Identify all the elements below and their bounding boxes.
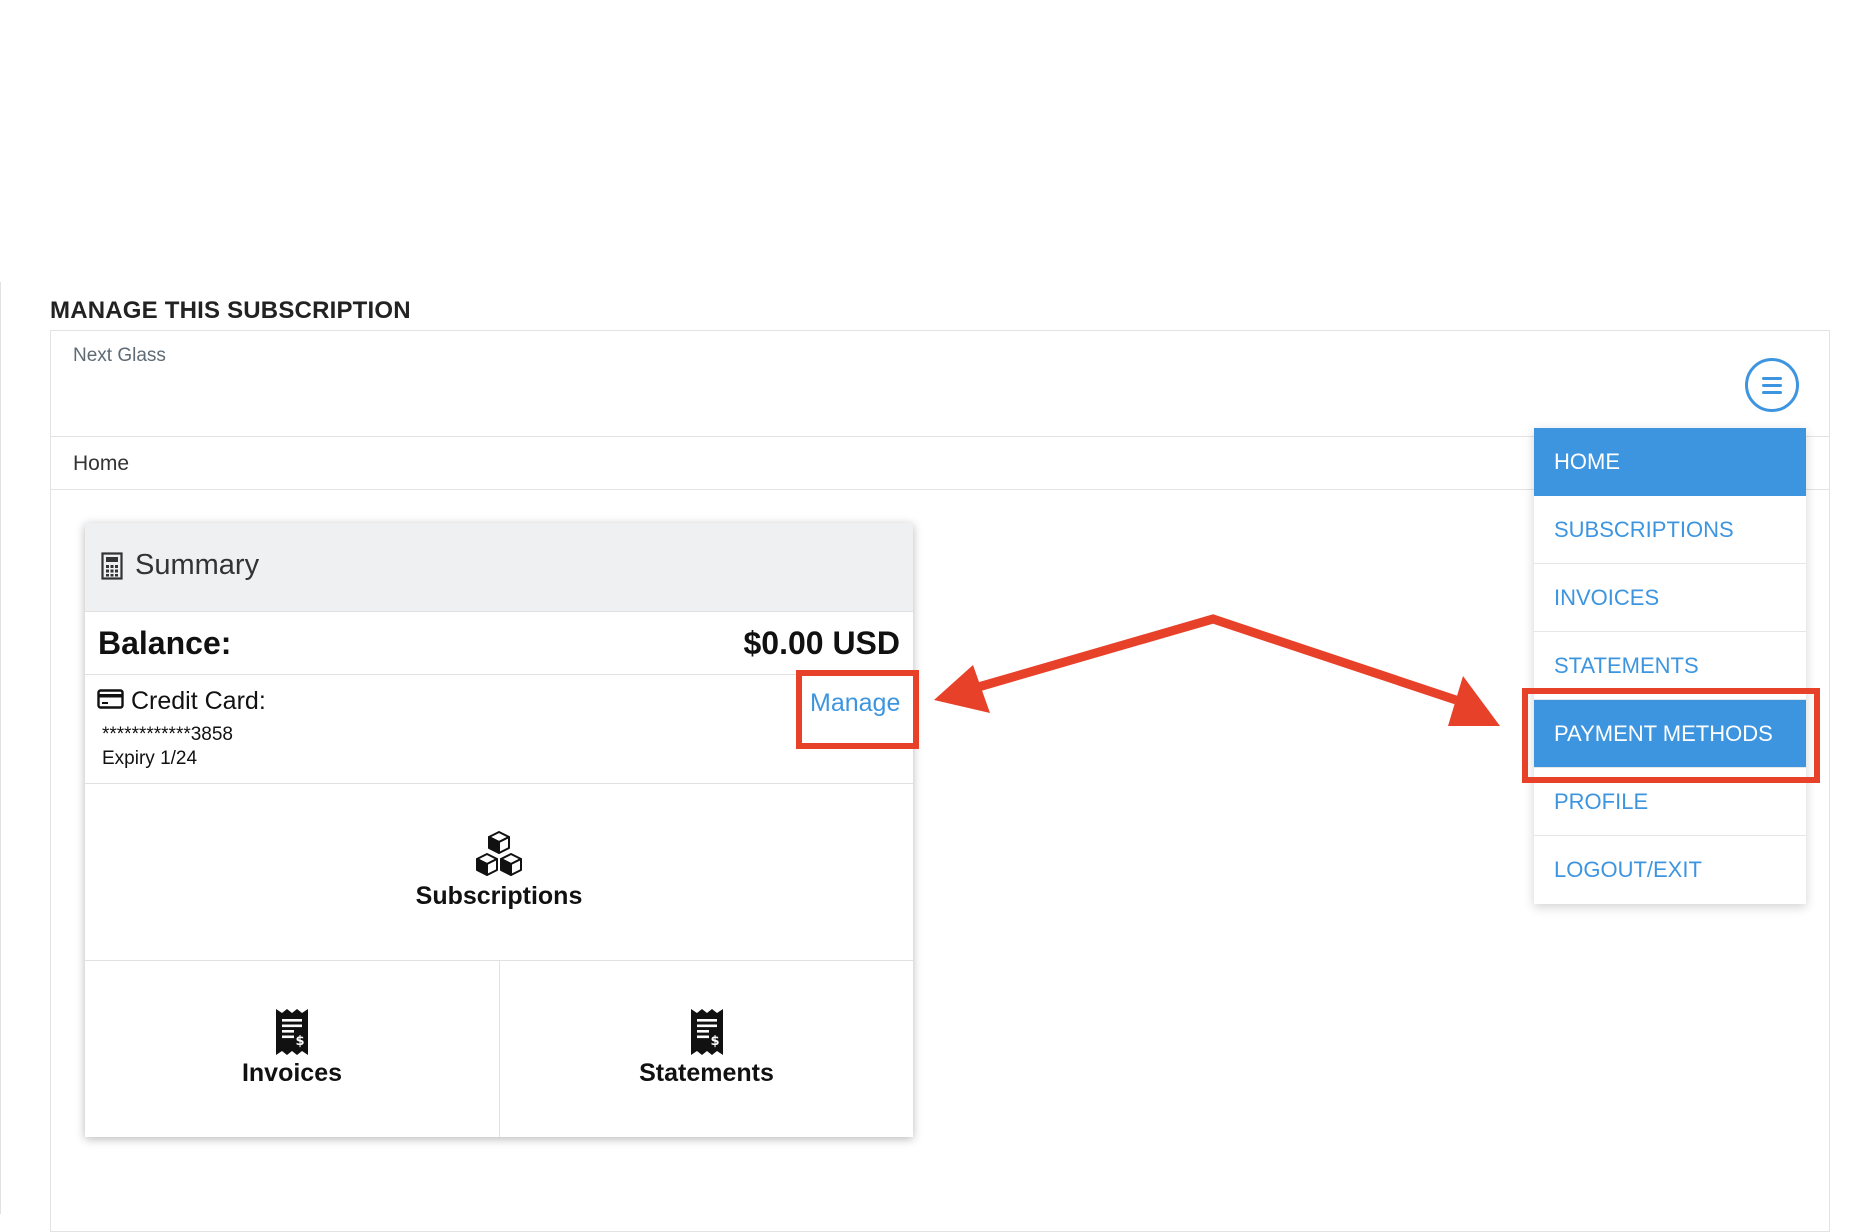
balance-label: Balance: [98,625,232,661]
receipt-icon: $ [690,1009,723,1055]
menu-toggle-button[interactable] [1745,358,1799,412]
breadcrumb: Home [73,452,130,475]
credit-card-number: ************3858 [102,724,233,745]
svg-text:$: $ [710,1034,719,1049]
section-title: MANAGE THIS SUBSCRIPTION [50,297,411,324]
balance-row: Balance: $0.00 USD [85,612,913,675]
menu-item-logout[interactable]: LOGOUT/EXIT [1534,836,1806,904]
credit-card-icon [97,689,124,709]
cubes-icon [476,831,522,876]
calculator-icon [101,552,123,580]
statements-tile-label: Statements [639,1059,774,1087]
summary-card-header: Summary [85,523,913,612]
menu-item-subscriptions[interactable]: SUBSCRIPTIONS [1534,496,1806,564]
balance-value: $0.00 USD [743,625,900,661]
navigation-dropdown-menu: HOME SUBSCRIPTIONS INVOICES STATEMENTS P… [1534,428,1806,904]
credit-card-label: Credit Card: [131,687,266,715]
credit-card-expiry: Expiry 1/24 [102,748,198,769]
menu-item-home[interactable]: HOME [1534,428,1806,496]
subscriptions-tile[interactable]: Subscriptions [85,784,913,961]
svg-text:$: $ [295,1034,304,1049]
invoices-tile[interactable]: $ Invoices [85,961,500,1137]
invoices-tile-label: Invoices [241,1059,343,1087]
menu-item-profile[interactable]: PROFILE [1534,768,1806,836]
subscriptions-tile-label: Subscriptions [415,882,583,910]
statements-tile[interactable]: $ Statements [500,961,913,1137]
page-left-border [0,282,1,1214]
manage-card-link[interactable]: Manage [810,689,900,718]
receipt-icon: $ [276,1009,308,1055]
menu-item-invoices[interactable]: INVOICES [1534,564,1806,632]
menu-item-payment-methods[interactable]: PAYMENT METHODS [1534,700,1806,768]
menu-item-statements[interactable]: STATEMENTS [1534,632,1806,700]
summary-title: Summary [135,549,260,581]
company-name: Next Glass [73,345,166,366]
credit-card-row: Credit Card: ************3858 Expiry 1/2… [85,675,913,784]
summary-card: Summary Balance: $0.00 USD Credit Card: … [85,523,913,1137]
